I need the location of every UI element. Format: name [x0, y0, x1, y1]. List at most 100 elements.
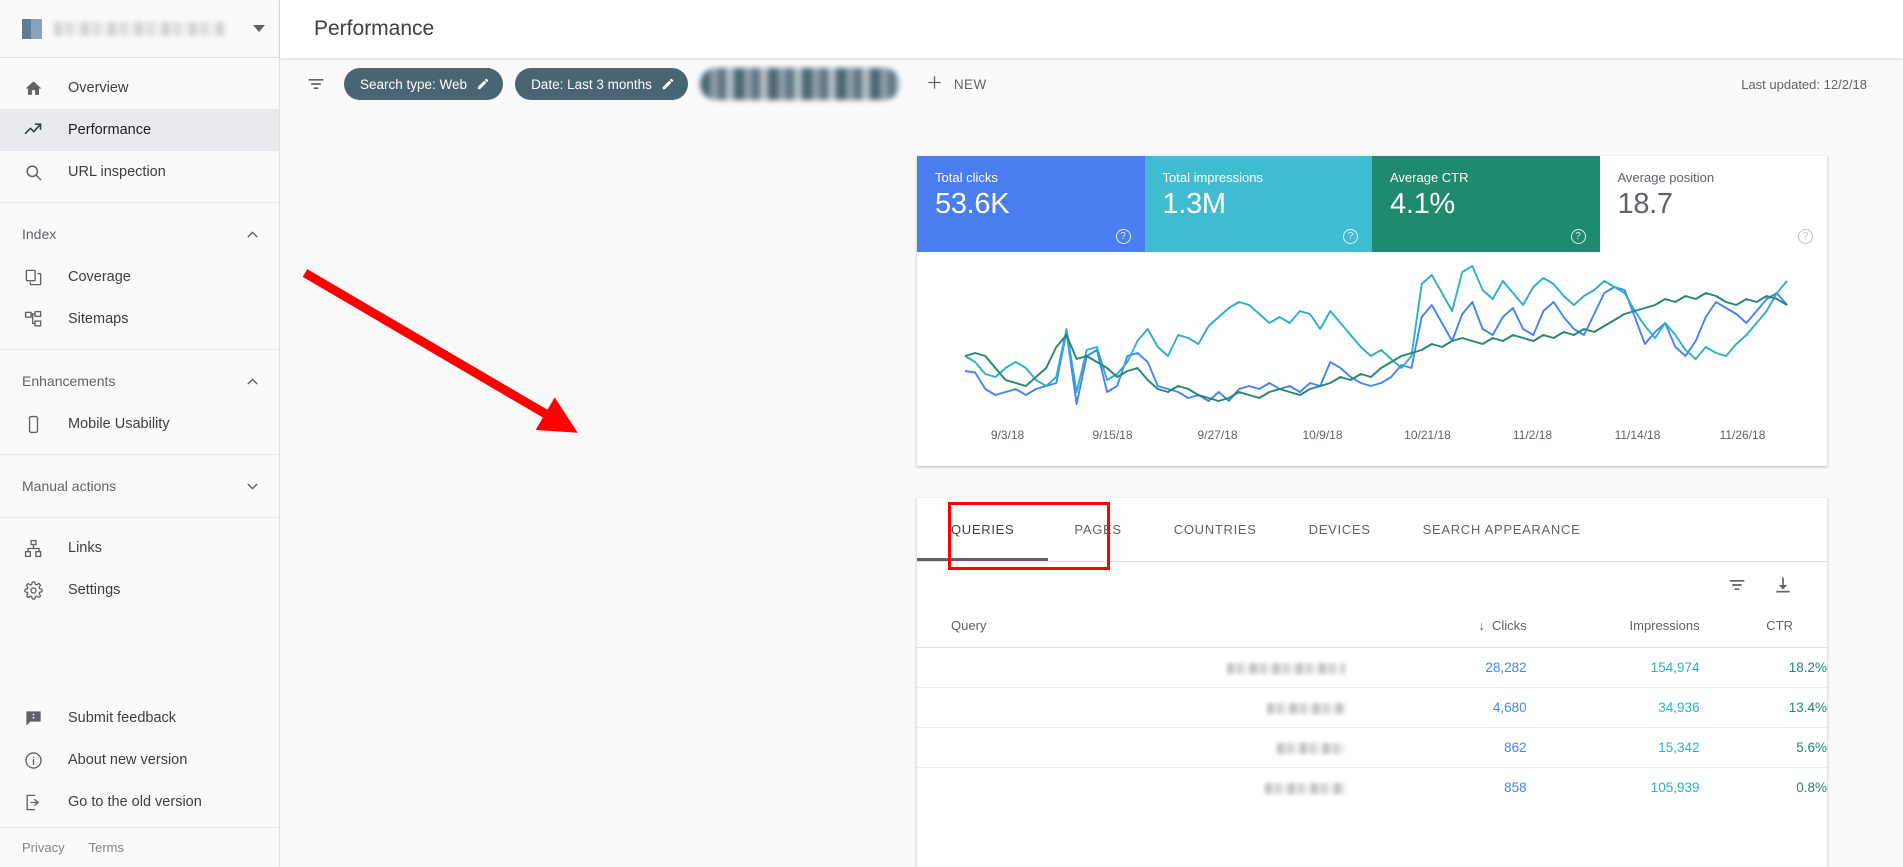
- home-icon: [22, 77, 44, 99]
- metric-value: 18.7: [1617, 188, 1674, 220]
- sidebar-item-overview[interactable]: Overview: [0, 67, 279, 109]
- pencil-icon[interactable]: [476, 77, 490, 91]
- tab-label: DEVICES: [1308, 522, 1371, 537]
- sidebar-item-settings[interactable]: Settings: [0, 569, 279, 611]
- cell-query[interactable]: [917, 767, 1345, 808]
- chevron-down-icon[interactable]: [253, 25, 265, 32]
- sidebar-item-sitemaps[interactable]: Sitemaps: [0, 298, 279, 340]
- cell-impressions: 154,974: [1526, 647, 1700, 688]
- metric-label: Average CTR: [1390, 170, 1469, 185]
- links-graph-icon: [22, 537, 44, 559]
- pages-copy-icon: [22, 266, 44, 288]
- trending-up-icon: [22, 119, 44, 141]
- sidebar-primary-nav: Overview Performance URL inspection: [0, 58, 279, 203]
- help-circle-icon[interactable]: ?: [1570, 229, 1586, 244]
- cell-impressions: 15,342: [1526, 727, 1700, 768]
- table-header-row: Query ↓ Clicks Impressions CTR: [917, 608, 1827, 648]
- table-row[interactable]: 4,680 34,936 13.4%: [917, 687, 1827, 728]
- section-header-manual-actions[interactable]: Manual actions: [0, 464, 279, 508]
- metric-card-average-position[interactable]: Average position 18.7 ?: [1599, 156, 1827, 252]
- search-icon: [22, 161, 44, 183]
- filter-chip-redacted[interactable]: [699, 68, 900, 100]
- main-area: Performance Search type: Web Date: Last …: [280, 0, 1903, 867]
- cell-clicks: 28,282: [1344, 647, 1527, 688]
- filter-chip-search-type[interactable]: Search type: Web: [344, 68, 504, 100]
- x-tick-label: 9/15/18: [1092, 428, 1133, 442]
- tab-label: SEARCH APPEARANCE: [1422, 522, 1581, 537]
- tab-queries[interactable]: QUERIES: [917, 498, 1049, 561]
- sidebar-item-label: Links: [68, 540, 102, 556]
- column-header-query[interactable]: Query: [917, 608, 1345, 648]
- help-circle-icon[interactable]: ?: [1343, 229, 1358, 244]
- sidebar-item-links[interactable]: Links: [0, 527, 279, 569]
- x-tick-label: 9/3/18: [990, 428, 1025, 442]
- filter-list-icon[interactable]: [1727, 575, 1747, 595]
- cell-query[interactable]: [917, 647, 1345, 688]
- metric-card-average-ctr[interactable]: Average CTR 4.1% ?: [1372, 156, 1600, 252]
- table-row[interactable]: 858 105,939 0.8%: [917, 767, 1827, 808]
- help-circle-icon[interactable]: ?: [1798, 229, 1813, 244]
- filter-chip-date[interactable]: Date: Last 3 months: [515, 68, 688, 100]
- table-row[interactable]: 28,282 154,974 18.2%: [917, 647, 1827, 688]
- mobile-phone-icon: [22, 413, 44, 435]
- section-header-enhancements[interactable]: Enhancements: [0, 359, 279, 403]
- table-toolbar: [917, 562, 1827, 608]
- cell-query[interactable]: [917, 687, 1345, 728]
- sidebar-item-mobile-usability[interactable]: Mobile Usability: [0, 403, 279, 445]
- help-circle-icon[interactable]: ?: [1115, 229, 1131, 244]
- feedback-icon: [22, 707, 44, 729]
- filter-list-icon[interactable]: [306, 74, 326, 94]
- cell-ctr: 5.6%: [1699, 727, 1827, 768]
- privacy-link[interactable]: Privacy: [22, 840, 65, 855]
- sidebar-item-label: Settings: [68, 582, 121, 598]
- chevron-up-icon[interactable]: [244, 373, 261, 390]
- chart-series-total-clicks: [964, 286, 1788, 405]
- x-tick-label: 11/26/18: [1719, 428, 1766, 442]
- property-favicon: [22, 18, 42, 39]
- sidebar-item-about-new-version[interactable]: About new version: [0, 739, 279, 781]
- sidebar-item-performance[interactable]: Performance: [0, 109, 279, 151]
- property-selector[interactable]: [0, 0, 279, 58]
- filter-bar: Search type: Web Date: Last 3 months NEW…: [280, 58, 1903, 110]
- sidebar-bottom-nav: Submit feedback About new version Go to …: [0, 697, 279, 827]
- chevron-up-icon[interactable]: [244, 226, 261, 243]
- sidebar-item-label: Coverage: [68, 269, 131, 285]
- metric-value: 53.6K: [935, 188, 1010, 220]
- performance-line-chart: 9/3/18 9/15/18 9/27/18 10/9/18 10/21/18 …: [917, 252, 1827, 466]
- table-row[interactable]: 862 15,342 5.6%: [917, 727, 1827, 768]
- chevron-down-icon[interactable]: [244, 478, 261, 495]
- metric-card-total-impressions[interactable]: Total impressions 1.3M ?: [1144, 156, 1372, 252]
- tab-label: COUNTRIES: [1173, 522, 1257, 537]
- sitemap-icon: [22, 308, 44, 330]
- x-tick-label: 9/27/18: [1197, 428, 1238, 442]
- metric-value: 4.1%: [1390, 188, 1455, 220]
- sidebar-item-label: Go to the old version: [68, 794, 202, 810]
- sidebar-item-url-inspection[interactable]: URL inspection: [0, 151, 279, 193]
- sidebar-tools-nav: Links Settings: [0, 518, 279, 620]
- table-body: 28,282 154,974 18.2% 4,680 34,936 13.4% 862 15,…: [917, 647, 1827, 808]
- sidebar-item-go-to-old-version[interactable]: Go to the old version: [0, 781, 279, 823]
- column-header-impressions[interactable]: Impressions: [1527, 608, 1700, 648]
- tab-search-appearance[interactable]: SEARCH APPEARANCE: [1397, 498, 1607, 561]
- column-label: Query: [951, 618, 987, 633]
- tab-devices[interactable]: DEVICES: [1283, 498, 1397, 561]
- filter-chip-label: Search type: Web: [360, 76, 468, 92]
- annotation-arrow: [302, 269, 578, 433]
- dimension-table-card: QUERIES PAGES COUNTRIES DEVICES SEARCH A…: [917, 498, 1827, 867]
- tab-countries[interactable]: COUNTRIES: [1148, 498, 1283, 561]
- tab-pages[interactable]: PAGES: [1048, 498, 1147, 561]
- terms-link[interactable]: Terms: [89, 840, 124, 855]
- new-filter-button[interactable]: NEW: [918, 68, 995, 100]
- sidebar-item-label: Performance: [68, 122, 152, 138]
- column-header-clicks[interactable]: ↓ Clicks: [1345, 608, 1527, 648]
- pencil-icon[interactable]: [661, 77, 675, 91]
- sidebar-item-coverage[interactable]: Coverage: [0, 256, 279, 298]
- metric-card-total-clicks[interactable]: Total clicks 53.6K ?: [917, 156, 1145, 252]
- cell-clicks: 4,680: [1344, 687, 1527, 728]
- section-header-index[interactable]: Index: [0, 212, 279, 256]
- section-title: Index: [22, 226, 57, 242]
- download-icon[interactable]: [1773, 575, 1793, 595]
- sidebar-item-submit-feedback[interactable]: Submit feedback: [0, 697, 279, 739]
- cell-query[interactable]: [917, 727, 1345, 768]
- column-header-ctr[interactable]: CTR: [1700, 608, 1827, 648]
